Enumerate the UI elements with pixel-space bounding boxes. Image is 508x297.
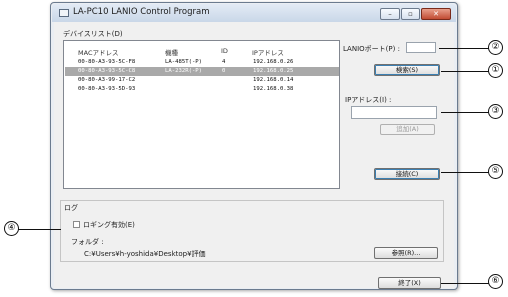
column-header-model[interactable]: 機種	[165, 47, 178, 57]
folder-label: フォルダ :	[71, 238, 104, 246]
device-list-label: デバイスリスト(D)	[63, 30, 123, 38]
mac-cell: 00-80-A3-93-5D-93	[78, 86, 136, 92]
ip-cell: 192.168.0.25	[253, 68, 294, 74]
port-input[interactable]	[406, 42, 436, 53]
exit-button[interactable]: 終了(X)	[378, 277, 441, 289]
list-item[interactable]: 00-80-A3-99-17-C2 192.168.0.14	[65, 76, 339, 85]
id-cell: 4	[222, 59, 226, 65]
callout-6: ⑥	[488, 274, 503, 289]
id-cell: 0	[222, 68, 226, 74]
callout-4: ④	[4, 221, 19, 236]
minimize-icon[interactable]: –	[380, 8, 400, 20]
list-item[interactable]: 00-80-A3-93-5D-93 192.168.0.38	[65, 85, 339, 94]
list-item[interactable]: 00-80-A3-93-5C-F8 LA-485T(-P) 4 192.168.…	[65, 58, 339, 67]
list-item-selected[interactable]: 00-80-A3-93-5C-C8 LA-232R(-P) 0 192.168.…	[65, 67, 339, 76]
model-cell: LA-485T(-P)	[165, 59, 203, 65]
log-group-title: ログ	[63, 203, 79, 213]
callout-line-4	[18, 229, 61, 230]
callout-3: ③	[488, 104, 503, 119]
callout-line-2	[439, 48, 489, 49]
logging-checkbox[interactable]	[73, 221, 80, 228]
mac-cell: 00-80-A3-93-5C-C8	[78, 68, 136, 74]
window-title: LA-PC10 LANIO Control Program	[73, 7, 210, 17]
callout-line-1	[441, 71, 489, 72]
callout-line-6	[441, 283, 489, 284]
callout-5: ⑤	[488, 164, 503, 179]
folder-path: C:¥Users¥h-yoshida¥Desktop¥評価	[84, 250, 206, 258]
logging-checkbox-label[interactable]: ロギング有効(E)	[83, 220, 135, 230]
ip-address-label: IPアドレス(I) :	[345, 96, 392, 104]
callout-line-3	[441, 112, 489, 113]
callout-2: ②	[488, 40, 503, 55]
maximize-icon[interactable]: ▫	[401, 8, 420, 20]
connect-button[interactable]: 接続(C)	[374, 168, 440, 180]
search-button[interactable]: 検索(S)	[374, 64, 440, 76]
mac-cell: 00-80-A3-93-5C-F8	[78, 59, 136, 65]
port-label: LANIOポート(P) :	[343, 45, 400, 53]
ip-address-input[interactable]	[351, 106, 437, 119]
column-header-ip[interactable]: IPアドレス	[252, 47, 284, 57]
app-icon	[59, 9, 69, 17]
ip-cell: 192.168.0.26	[253, 59, 294, 65]
column-header-mac[interactable]: MACアドレス	[78, 47, 118, 57]
browse-button[interactable]: 参照(R)...	[374, 247, 438, 259]
ip-cell: 192.168.0.14	[253, 77, 294, 83]
model-cell: LA-232R(-P)	[165, 68, 203, 74]
callout-line-5	[441, 172, 489, 173]
device-list[interactable]: MACアドレス 機種 ID IPアドレス 00-80-A3-93-5C-F8 L…	[63, 40, 340, 189]
mac-cell: 00-80-A3-99-17-C2	[78, 77, 136, 83]
close-icon[interactable]: ✕	[421, 8, 451, 20]
column-header-id[interactable]: ID	[221, 47, 228, 55]
ip-cell: 192.168.0.38	[253, 86, 294, 92]
title-bar[interactable]: LA-PC10 LANIO Control Program – ▫ ✕	[52, 4, 456, 22]
add-button[interactable]: 追加(A)	[380, 124, 435, 135]
callout-1: ①	[488, 63, 503, 78]
